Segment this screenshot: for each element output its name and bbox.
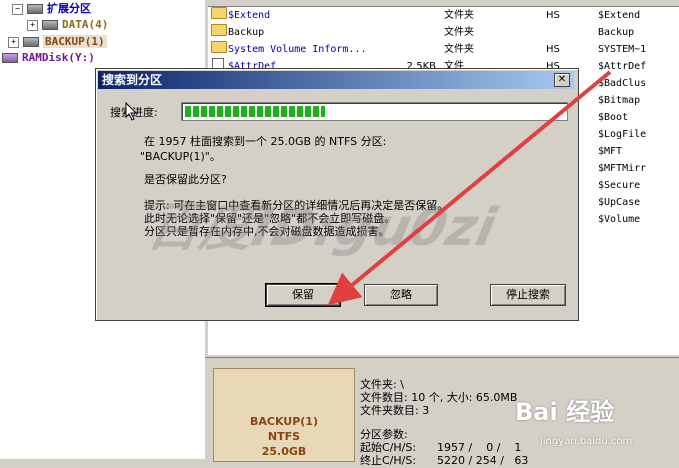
mouse-cursor-icon: [125, 102, 138, 121]
annotation-arrow: [327, 70, 612, 306]
baidu-logo: Bai 经验: [515, 398, 615, 426]
baidu-url: jingyan.baidu.com: [540, 436, 633, 447]
